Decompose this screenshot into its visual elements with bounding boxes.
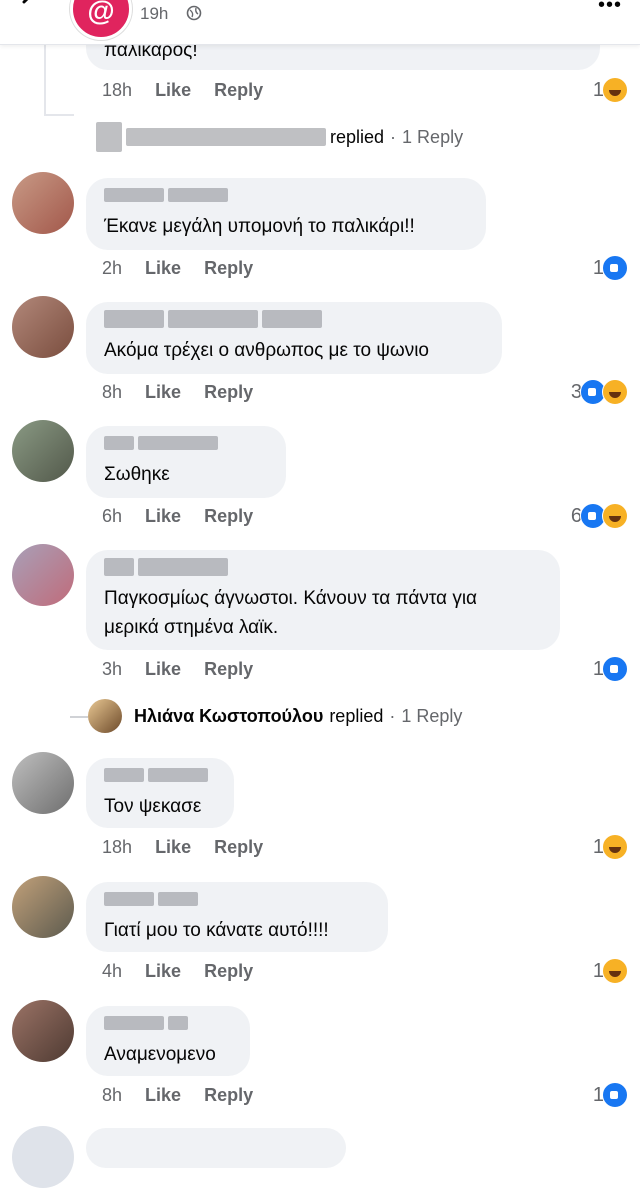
reply-avatar[interactable] bbox=[88, 699, 122, 733]
reaction-summary[interactable]: 1 bbox=[593, 958, 628, 984]
comment-bubble[interactable]: Τον ψεκασε bbox=[86, 758, 234, 828]
comment-actions: 4h Like Reply bbox=[102, 961, 271, 982]
comment-actions: 18h Like Reply bbox=[102, 80, 281, 101]
comment-actions: 6h Like Reply bbox=[102, 506, 271, 527]
comment-text: Γιατί μου το κάνατε αυτό!!!! bbox=[104, 920, 329, 941]
reaction-summary[interactable]: 6 bbox=[571, 503, 628, 529]
globe-icon bbox=[186, 5, 202, 21]
comment-bubble[interactable] bbox=[86, 1128, 346, 1168]
comment-bubble[interactable]: Παγκοσμίως άγνωστοι. Κάνουν τα πάντα για… bbox=[86, 550, 560, 650]
author-name-blurred[interactable] bbox=[104, 186, 232, 208]
comment-bubble[interactable]: Έκανε μεγάλη υπομονή το παλικάρι!! bbox=[86, 178, 486, 250]
reply-count: 1 Reply bbox=[402, 126, 464, 147]
comment-time: 4h bbox=[102, 961, 123, 981]
reaction-summary[interactable]: 3 bbox=[571, 379, 628, 405]
avatar[interactable] bbox=[12, 420, 74, 482]
comment-time: 2h bbox=[102, 258, 123, 278]
comment-bubble[interactable]: Ακόμα τρέχει ο ανθρωπος με το ψωνιο bbox=[86, 302, 502, 374]
comment-time: 6h bbox=[102, 506, 123, 526]
haha-icon bbox=[602, 503, 628, 529]
reply-button[interactable]: Reply bbox=[204, 961, 253, 981]
author-name-blurred[interactable] bbox=[104, 310, 326, 332]
reply-replied-text: replied bbox=[329, 705, 384, 726]
comment-bubble[interactable]: Σωθηκε bbox=[86, 426, 286, 498]
reply-replied-text: replied bbox=[330, 126, 385, 147]
reaction-summary[interactable]: 1 bbox=[593, 834, 628, 860]
reply-button[interactable]: Reply bbox=[204, 1085, 253, 1105]
comment-time: 18h bbox=[102, 80, 133, 100]
comment-bubble[interactable]: Γιατί μου το κάνατε αυτό!!!! bbox=[86, 882, 388, 952]
comment-actions: 2h Like Reply bbox=[102, 258, 271, 279]
author-name-blurred[interactable] bbox=[104, 558, 232, 580]
reply-count: 1 Reply bbox=[401, 705, 463, 726]
like-button[interactable]: Like bbox=[145, 506, 181, 526]
avatar[interactable] bbox=[12, 876, 74, 938]
avatar[interactable] bbox=[12, 1126, 74, 1188]
like-button[interactable]: Like bbox=[145, 659, 181, 679]
post-time: 19h bbox=[140, 4, 169, 23]
reply-button[interactable]: Reply bbox=[214, 80, 263, 100]
like-button[interactable]: Like bbox=[145, 382, 181, 402]
avatar[interactable] bbox=[12, 1000, 74, 1062]
comment-bubble[interactable]: Αναμενομενο bbox=[86, 1006, 250, 1076]
reply-separator: · bbox=[389, 705, 396, 726]
author-name-blurred[interactable] bbox=[104, 434, 222, 456]
avatar[interactable] bbox=[12, 544, 74, 606]
comment-text: Ακόμα τρέχει ο ανθρωπος με το ψωνιο bbox=[104, 340, 430, 361]
blurred-avatar bbox=[96, 122, 122, 152]
comment-text: Αναμενομενο bbox=[104, 1044, 216, 1065]
like-icon bbox=[602, 656, 628, 682]
reply-button[interactable]: Reply bbox=[204, 258, 253, 278]
author-name-blurred[interactable] bbox=[104, 1014, 192, 1036]
comment-actions: 18h Like Reply bbox=[102, 837, 281, 858]
avatar[interactable] bbox=[12, 172, 74, 234]
reply-summary[interactable]: Ηλιάνα Κωστοπούλου replied · 1 Reply bbox=[88, 698, 462, 734]
comment-text: Σωθηκε bbox=[104, 464, 170, 485]
reaction-summary[interactable]: 1 bbox=[593, 1082, 628, 1108]
like-button[interactable]: Like bbox=[145, 258, 181, 278]
blurred-name bbox=[126, 128, 326, 146]
comment-text: Έκανε μεγάλη υπομονή το παλικάρι!! bbox=[104, 216, 415, 237]
like-icon bbox=[602, 1082, 628, 1108]
comment-actions: 3h Like Reply bbox=[102, 659, 271, 680]
author-name-blurred[interactable] bbox=[104, 766, 212, 788]
chevron-left-icon[interactable] bbox=[18, 0, 48, 16]
comment-text: Παγκοσμίως άγνωστοι. Κάνουν τα πάντα για… bbox=[104, 588, 478, 638]
reaction-summary[interactable]: 1 bbox=[593, 77, 628, 103]
reaction-summary[interactable]: 1 bbox=[593, 656, 628, 682]
avatar[interactable] bbox=[12, 296, 74, 358]
post-header: 19h ••• bbox=[0, 0, 640, 45]
haha-icon bbox=[602, 77, 628, 103]
reaction-summary[interactable]: 1 bbox=[593, 255, 628, 281]
haha-icon bbox=[602, 379, 628, 405]
like-button[interactable]: Like bbox=[155, 80, 191, 100]
author-name-blurred[interactable] bbox=[104, 890, 202, 912]
haha-icon bbox=[602, 834, 628, 860]
haha-icon bbox=[602, 958, 628, 984]
comment-actions: 8h Like Reply bbox=[102, 1085, 271, 1106]
reply-button[interactable]: Reply bbox=[204, 382, 253, 402]
more-icon[interactable]: ••• bbox=[598, 0, 622, 17]
reply-author-name[interactable]: Ηλιάνα Κωστοπούλου bbox=[134, 706, 323, 727]
thread-elbow bbox=[70, 716, 88, 718]
page-avatar[interactable] bbox=[70, 0, 132, 40]
comment-actions: 8h Like Reply bbox=[102, 382, 271, 403]
thread-elbow bbox=[44, 114, 74, 116]
comment-time: 8h bbox=[102, 1085, 123, 1105]
reply-separator: · bbox=[390, 126, 397, 147]
like-button[interactable]: Like bbox=[155, 837, 191, 857]
avatar[interactable] bbox=[12, 752, 74, 814]
reply-button[interactable]: Reply bbox=[214, 837, 263, 857]
like-button[interactable]: Like bbox=[145, 961, 181, 981]
like-button[interactable]: Like bbox=[145, 1085, 181, 1105]
reply-button[interactable]: Reply bbox=[204, 659, 253, 679]
comment-text: Τον ψεκασε bbox=[104, 796, 202, 817]
reply-summary[interactable]: replied · 1 Reply bbox=[96, 122, 463, 152]
like-icon bbox=[602, 255, 628, 281]
thread-line bbox=[44, 44, 46, 116]
comment-time: 3h bbox=[102, 659, 123, 679]
reply-button[interactable]: Reply bbox=[204, 506, 253, 526]
comment-time: 8h bbox=[102, 382, 123, 402]
comment-time: 18h bbox=[102, 837, 133, 857]
